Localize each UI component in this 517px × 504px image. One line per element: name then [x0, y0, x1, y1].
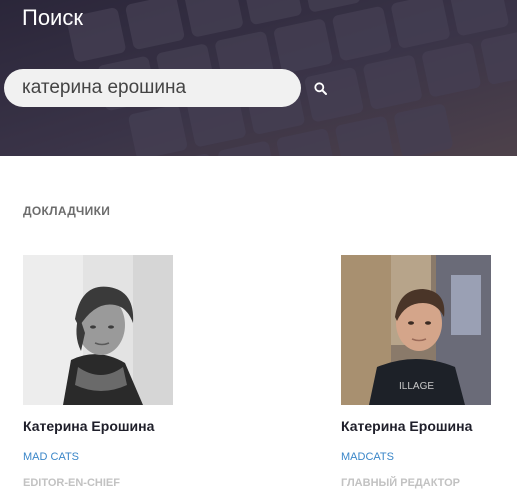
speaker-name[interactable]: Катерина Ерошина: [23, 418, 154, 434]
speaker-photo[interactable]: ILLAGE: [341, 255, 491, 405]
speaker-photo[interactable]: [23, 255, 173, 405]
speaker-name[interactable]: Катерина Ерошина: [341, 418, 472, 434]
svg-text:ILLAGE: ILLAGE: [399, 381, 434, 392]
search-input[interactable]: [4, 69, 301, 107]
speakers-section-title: ДОКЛАДЧИКИ: [23, 204, 111, 218]
speaker-card: ILLAGE Катерина Ерошина MADCATS ГЛАВНЫЙ …: [341, 255, 511, 489]
search-button[interactable]: [310, 78, 330, 98]
search-icon: [313, 81, 327, 95]
speaker-company[interactable]: MADCATS: [341, 451, 394, 463]
search-hero: Поиск: [0, 0, 517, 156]
speaker-role: EDITOR-EN-CHIEF: [23, 477, 120, 489]
speaker-card: Катерина Ерошина MAD CATS EDITOR-EN-CHIE…: [23, 255, 193, 489]
page-title: Поиск: [22, 5, 83, 30]
speaker-company[interactable]: MAD CATS: [23, 451, 79, 463]
speaker-role: ГЛАВНЫЙ РЕДАКТОР: [341, 477, 461, 489]
